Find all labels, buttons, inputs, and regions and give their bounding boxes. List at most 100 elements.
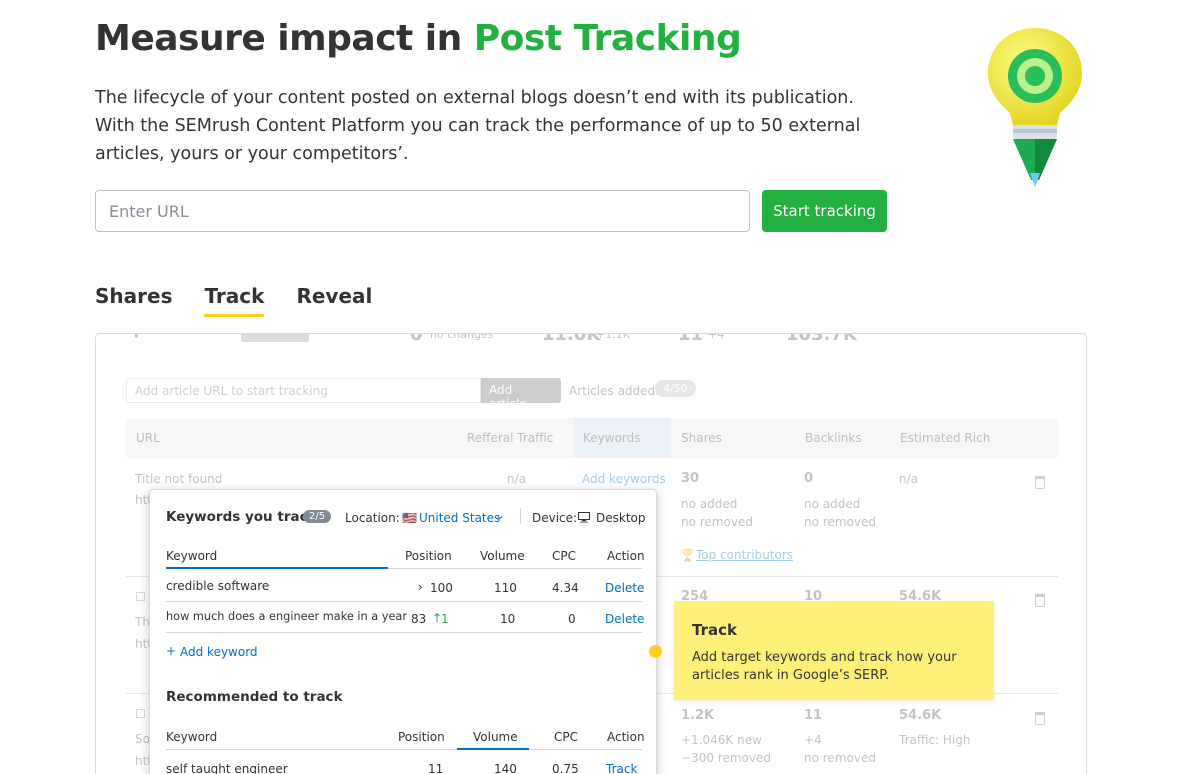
trash-icon: [1035, 712, 1045, 725]
row3-rich: 54.6K: [899, 708, 942, 723]
location-select[interactable]: United States: [419, 511, 500, 525]
row1-rich: n/a: [899, 472, 919, 486]
recommended-keyword: self taught engineer: [166, 762, 288, 774]
strip-mark: ·: [133, 333, 140, 347]
tracked-position: 83: [411, 612, 427, 626]
articles-added-label: Articles added:: [569, 384, 660, 398]
strip-value: 11.0K: [542, 333, 601, 345]
monitor-icon: [578, 512, 590, 523]
checkbox-icon: ☐: [135, 590, 146, 604]
articles-added-badge: 4/50: [655, 380, 696, 397]
strip-sub: +1.1K: [596, 333, 630, 341]
page-description: The lifecycle of your content posted on …: [95, 88, 861, 164]
sort-underline: [166, 567, 388, 569]
row1-shares: 30: [681, 471, 700, 486]
row1-shares-added: no added: [681, 497, 738, 511]
th-cpc: CPC: [552, 549, 576, 563]
delete-button[interactable]: Delete: [605, 612, 644, 626]
popup-divider: [520, 508, 521, 524]
recommended-cpc: 0.75: [552, 762, 579, 774]
col-estimated-rich: Estimated Rich: [900, 431, 991, 445]
row1-top-contributors: Top contributors: [696, 548, 794, 562]
row3-shares: 1.2K: [681, 708, 715, 723]
delete-button[interactable]: Delete: [605, 581, 644, 595]
keywords-popup: Keywords you track 2/5 Location: 🇺🇸 Unit…: [149, 489, 657, 774]
chevron-right-icon: ›: [418, 580, 423, 594]
header-line: [166, 749, 642, 750]
trash-icon: [1035, 594, 1045, 607]
th-volume: Volume: [473, 730, 518, 744]
th-volume: Volume: [480, 549, 525, 563]
trophy-icon: 🏆: [680, 548, 695, 562]
tracked-volume: 10: [500, 612, 516, 626]
th-position: Position: [405, 549, 452, 563]
tracked-cpc: 0: [568, 612, 576, 626]
row3-rich-traffic: Traffic: High: [899, 733, 971, 747]
tooltip-body: Add target keywords and track how your a…: [692, 650, 957, 683]
strip-sub: +4: [708, 333, 725, 341]
th-action: Action: [607, 549, 645, 563]
tracked-keyword: how much does a engineer make in a year: [166, 610, 407, 623]
tab-reveal[interactable]: Reveal: [296, 284, 372, 317]
add-keyword-button[interactable]: Add keyword: [180, 645, 258, 659]
strip-value: 103.7K: [786, 333, 857, 345]
page-title-prefix: Measure impact in: [95, 18, 474, 59]
location-label: Location:: [345, 511, 400, 525]
row1-backlinks: 0: [804, 471, 814, 486]
callout-dot: [649, 645, 662, 658]
row3-shares-removed: −300 removed: [681, 751, 771, 765]
col-url: URL: [136, 431, 160, 445]
device-label: Device:: [532, 511, 578, 525]
strip-value: 11: [678, 333, 704, 345]
lightbulb-illustration-icon: [988, 28, 1082, 187]
row3-shares-new: +1.046K new: [681, 733, 762, 747]
row1-traffic: n/a: [507, 472, 527, 486]
tab-shares[interactable]: Shares: [95, 284, 172, 317]
row1-backlinks-added: no added: [804, 497, 861, 511]
row1-title: Title not found: [135, 472, 223, 486]
th-action: Action: [607, 730, 645, 744]
row1-backlinks-removed: no removed: [804, 515, 876, 529]
tracked-count-badge: 2/5: [303, 510, 332, 523]
row-line: [166, 601, 642, 602]
tracked-cpc: 4.34: [552, 581, 579, 595]
page-title: Measure impact in Post Tracking: [95, 18, 742, 59]
col-traffic: Refferal Traffic: [467, 431, 554, 445]
th-position: Position: [398, 730, 445, 744]
row3-backlinks: 11: [804, 708, 823, 723]
chevron-down-icon[interactable]: ⌄: [495, 508, 505, 522]
tab-track[interactable]: Track: [204, 284, 265, 317]
th-keyword: Keyword: [166, 549, 218, 563]
row2-title: Th: [135, 615, 150, 629]
track-tooltip: Track Add target keywords and track how …: [674, 601, 994, 700]
url-input[interactable]: [95, 190, 750, 232]
row3-backlinks-removed: no removed: [804, 751, 876, 765]
trash-icon: [1035, 476, 1045, 489]
recommended-volume: 140: [494, 762, 517, 774]
page-title-accent: Post Tracking: [473, 18, 742, 59]
tooltip-title: Track: [692, 621, 737, 639]
device-value: Desktop: [596, 511, 646, 525]
tracked-keyword: credible software: [166, 579, 270, 593]
th-cpc: CPC: [554, 730, 578, 744]
col-backlinks: Backlinks: [805, 431, 862, 445]
row3-title: So: [135, 732, 150, 746]
start-tracking-button[interactable]: Start tracking: [762, 190, 887, 232]
strip-value: 0: [410, 333, 423, 345]
row-line: [166, 632, 642, 633]
row1-add-keywords: Add keywords: [582, 472, 666, 486]
strip-button: [241, 334, 309, 342]
plus-icon[interactable]: +: [166, 644, 176, 658]
track-button[interactable]: Track: [606, 762, 637, 774]
tracked-volume: 110: [494, 581, 517, 595]
position-change: 1: [441, 612, 449, 626]
row1-shares-removed: no removed: [681, 515, 753, 529]
recommended-title: Recommended to track: [166, 689, 343, 705]
strip-sub: no changes: [430, 333, 494, 341]
sort-underline: [457, 748, 529, 750]
col-shares: Shares: [681, 431, 722, 445]
col-keywords: Keywords: [583, 431, 641, 445]
th-keyword: Keyword: [166, 730, 218, 744]
add-article-input: Add article URL to start tracking: [126, 378, 481, 403]
tabs: Shares Track Reveal: [95, 284, 404, 317]
